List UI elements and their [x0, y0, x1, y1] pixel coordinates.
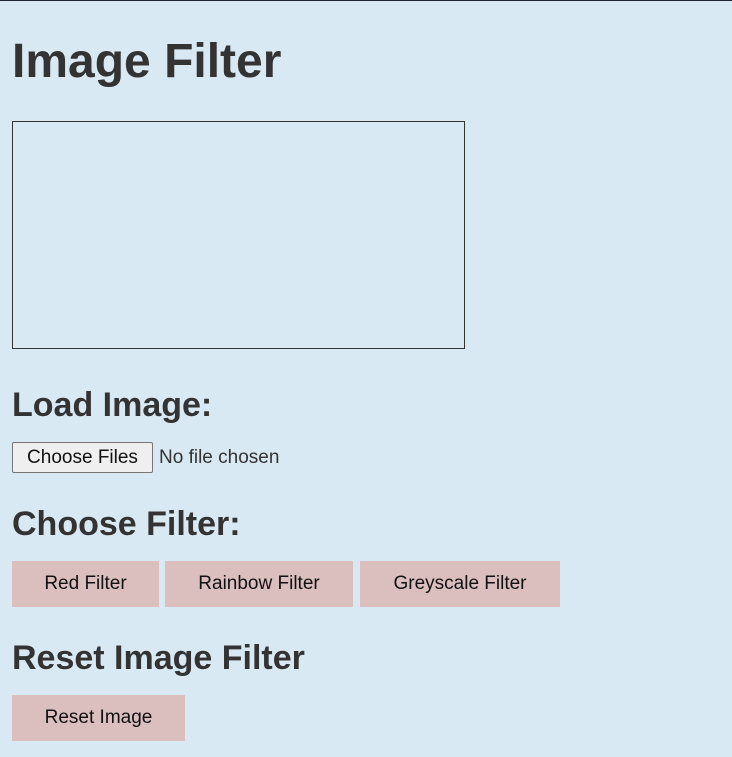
load-image-heading: Load Image:: [12, 386, 213, 424]
file-status-text: No file chosen: [159, 447, 280, 468]
choose-files-button[interactable]: Choose Files: [12, 442, 153, 473]
page-title: Image Filter: [12, 35, 282, 88]
greyscale-filter-button[interactable]: Greyscale Filter: [360, 561, 560, 607]
choose-filter-heading: Choose Filter:: [12, 505, 241, 543]
image-canvas: [12, 121, 465, 349]
reset-filter-heading: Reset Image Filter: [12, 639, 305, 677]
reset-image-button[interactable]: Reset Image: [12, 695, 185, 741]
rainbow-filter-button[interactable]: Rainbow Filter: [165, 561, 353, 607]
red-filter-button[interactable]: Red Filter: [12, 561, 159, 607]
